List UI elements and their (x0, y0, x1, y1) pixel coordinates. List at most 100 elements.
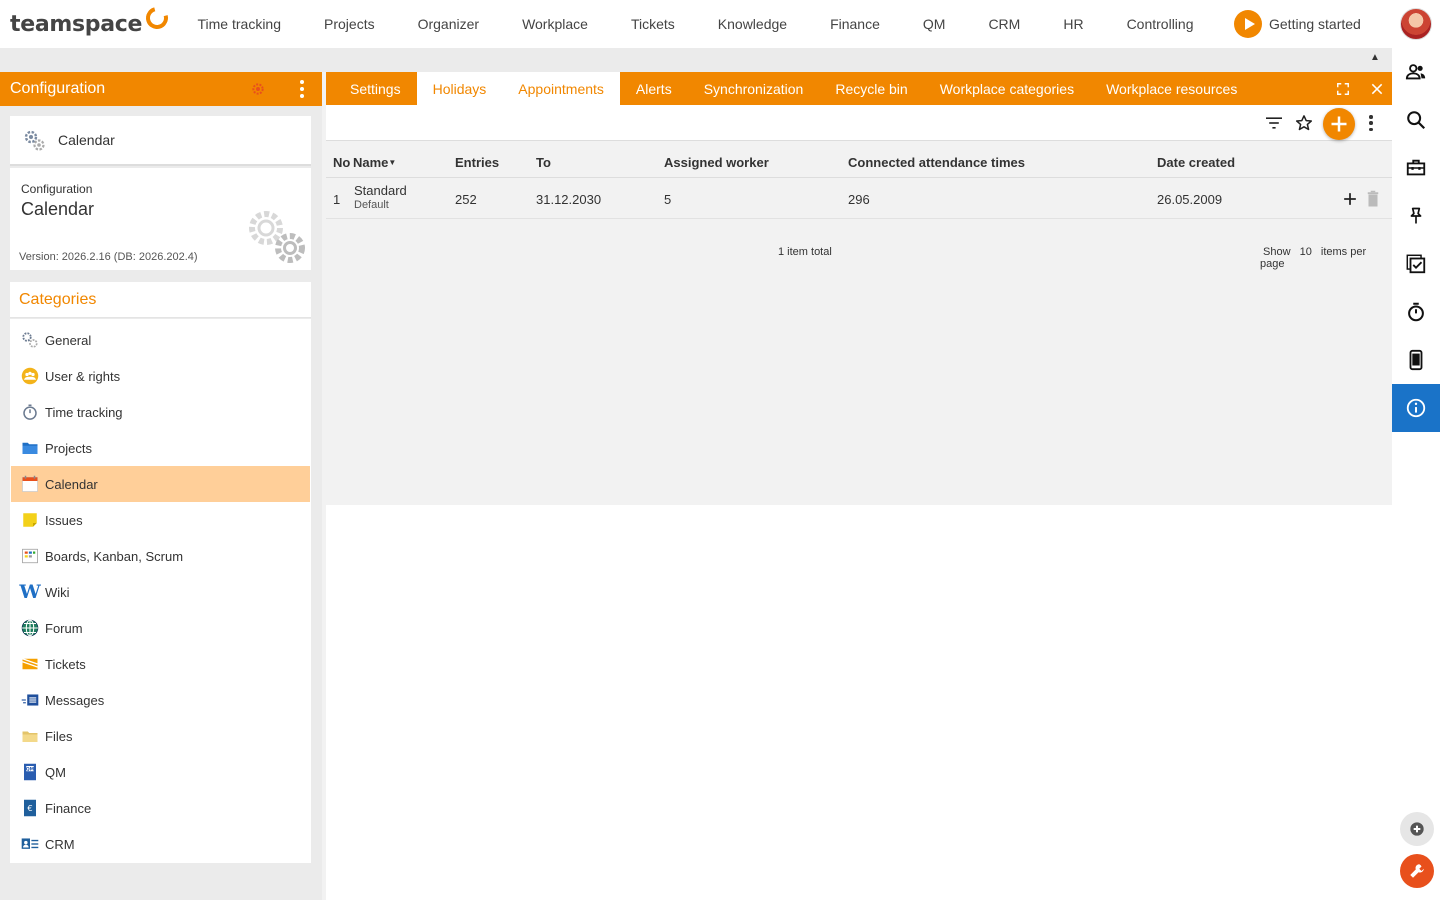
col-to[interactable]: To (536, 155, 551, 170)
rail-pin-button[interactable] (1392, 192, 1440, 240)
nav-tickets[interactable]: Tickets (609, 16, 696, 32)
nav-projects[interactable]: Projects (303, 16, 397, 32)
close-icon[interactable] (1370, 82, 1384, 96)
category-boards[interactable]: Boards, Kanban, Scrum (11, 538, 310, 574)
rail-stopwatch-button[interactable] (1392, 288, 1440, 336)
task-check-icon (1406, 254, 1426, 274)
logo-mark-icon (142, 2, 173, 34)
stopwatch-icon (21, 403, 39, 421)
sort-desc-icon: ▼ (388, 158, 397, 167)
filter-icon (1266, 117, 1282, 129)
category-calendar[interactable]: Calendar (11, 466, 310, 502)
category-messages[interactable]: Messages (11, 682, 310, 718)
category-label: Tickets (45, 656, 86, 672)
cell-date-created: 26.05.2009 (1157, 192, 1223, 207)
configuration-header: Configuration (0, 72, 322, 106)
category-forum[interactable]: Forum (11, 610, 310, 646)
add-holiday-button[interactable] (1323, 108, 1355, 140)
alert-gear-icon[interactable] (250, 81, 266, 97)
category-crm[interactable]: CRM (11, 826, 310, 862)
category-time-tracking[interactable]: Time tracking (11, 394, 310, 430)
category-finance[interactable]: € Finance (11, 790, 310, 826)
logo-text: teamspace (10, 11, 143, 37)
nav-crm[interactable]: CRM (967, 16, 1042, 32)
category-user-rights[interactable]: User & rights (11, 358, 310, 394)
nav-knowledge[interactable]: Knowledge (696, 16, 808, 32)
row-add-icon[interactable] (1343, 192, 1357, 206)
user-avatar[interactable] (1400, 8, 1432, 40)
items-total: 1 item total (778, 246, 832, 258)
tab-workplace-resources[interactable]: Workplace resources (1090, 72, 1253, 105)
table-row[interactable]: 1 Standard Default 252 31.12.2030 5 296 … (326, 179, 1392, 219)
nav-time-tracking[interactable]: Time tracking (176, 16, 303, 32)
col-assigned-worker[interactable]: Assigned worker (664, 155, 769, 170)
col-entries[interactable]: Entries (455, 155, 499, 170)
filter-button[interactable] (1262, 111, 1286, 135)
category-files[interactable]: Files (11, 718, 310, 754)
col-name[interactable]: Name▼ (353, 155, 396, 170)
rail-people-button[interactable] (1392, 48, 1440, 96)
nav-finance[interactable]: Finance (809, 16, 902, 32)
calendar-icon (21, 475, 39, 493)
tab-recycle-bin[interactable]: Recycle bin (819, 72, 923, 105)
per-page-select[interactable]: 10 (1300, 246, 1312, 258)
nav-organizer[interactable]: Organizer (396, 16, 500, 32)
category-wiki[interactable]: W Wiki (11, 574, 310, 610)
configuration-menu-button[interactable] (296, 80, 308, 98)
rail-info-button[interactable] (1392, 384, 1440, 432)
pin-icon (1410, 207, 1422, 224)
mobile-icon (1409, 349, 1423, 371)
category-issues[interactable]: Issues (11, 502, 310, 538)
ticket-icon (21, 655, 39, 673)
tab-workplace-categories[interactable]: Workplace categories (924, 72, 1090, 105)
categories-title: Categories (19, 290, 97, 308)
configuration-panel: Configuration Calendar Configuration Cal… (0, 72, 322, 900)
nav-controlling[interactable]: Controlling (1105, 16, 1215, 32)
tab-holidays[interactable]: Holidays (416, 72, 503, 105)
rail-briefcase-button[interactable] (1392, 144, 1440, 192)
category-general[interactable]: General (11, 322, 310, 358)
list-menu-button[interactable] (1368, 115, 1374, 131)
favorite-button[interactable] (1292, 111, 1316, 135)
tab-settings[interactable]: Settings (326, 72, 417, 105)
rail-tasks-button[interactable] (1392, 240, 1440, 288)
messages-icon (21, 691, 39, 709)
category-label: User & rights (45, 368, 121, 384)
selected-module-card[interactable]: Calendar (10, 116, 311, 166)
search-icon (1407, 111, 1426, 130)
rail-mobile-button[interactable] (1392, 336, 1440, 384)
category-label: Finance (45, 800, 92, 816)
category-qm[interactable]: QM QM (11, 754, 310, 790)
category-label: Projects (45, 440, 92, 456)
col-connected-attendance[interactable]: Connected attendance times (848, 155, 1025, 170)
rail-search-button[interactable] (1392, 96, 1440, 144)
fullscreen-icon[interactable] (1336, 82, 1350, 96)
col-date-created[interactable]: Date created (1157, 155, 1235, 170)
play-icon (1234, 10, 1262, 38)
getting-started-button[interactable]: Getting started (1234, 10, 1361, 38)
col-no[interactable]: No (333, 155, 350, 170)
tab-tools (1336, 72, 1384, 105)
euro-book-icon: € (21, 799, 39, 817)
people-icon (1405, 64, 1426, 80)
collapse-up-icon[interactable]: ▲ (1370, 52, 1380, 63)
trash-icon[interactable] (1367, 190, 1379, 208)
categories-list: General User & rights Time tracking Proj… (10, 319, 311, 863)
nav-hr[interactable]: HR (1042, 16, 1105, 32)
category-label: CRM (45, 836, 75, 852)
rail-admin-button[interactable] (1400, 854, 1434, 888)
teamspace-logo[interactable]: teamspace (0, 2, 176, 37)
category-tickets[interactable]: Tickets (11, 646, 310, 682)
cell-name-sub: Default (354, 199, 389, 211)
rail-add-widget-button[interactable] (1400, 812, 1434, 846)
tab-synchronization[interactable]: Synchronization (688, 72, 820, 105)
tab-alerts[interactable]: Alerts (620, 72, 688, 105)
category-projects[interactable]: Projects (11, 430, 310, 466)
tab-appointments[interactable]: Appointments (502, 72, 620, 105)
category-label: Wiki (45, 584, 70, 600)
category-label: Issues (45, 512, 83, 528)
nav-qm[interactable]: QM (901, 16, 967, 32)
nav-workplace[interactable]: Workplace (501, 16, 610, 32)
getting-started-label: Getting started (1269, 16, 1361, 32)
categories-header: Categories (10, 282, 311, 318)
